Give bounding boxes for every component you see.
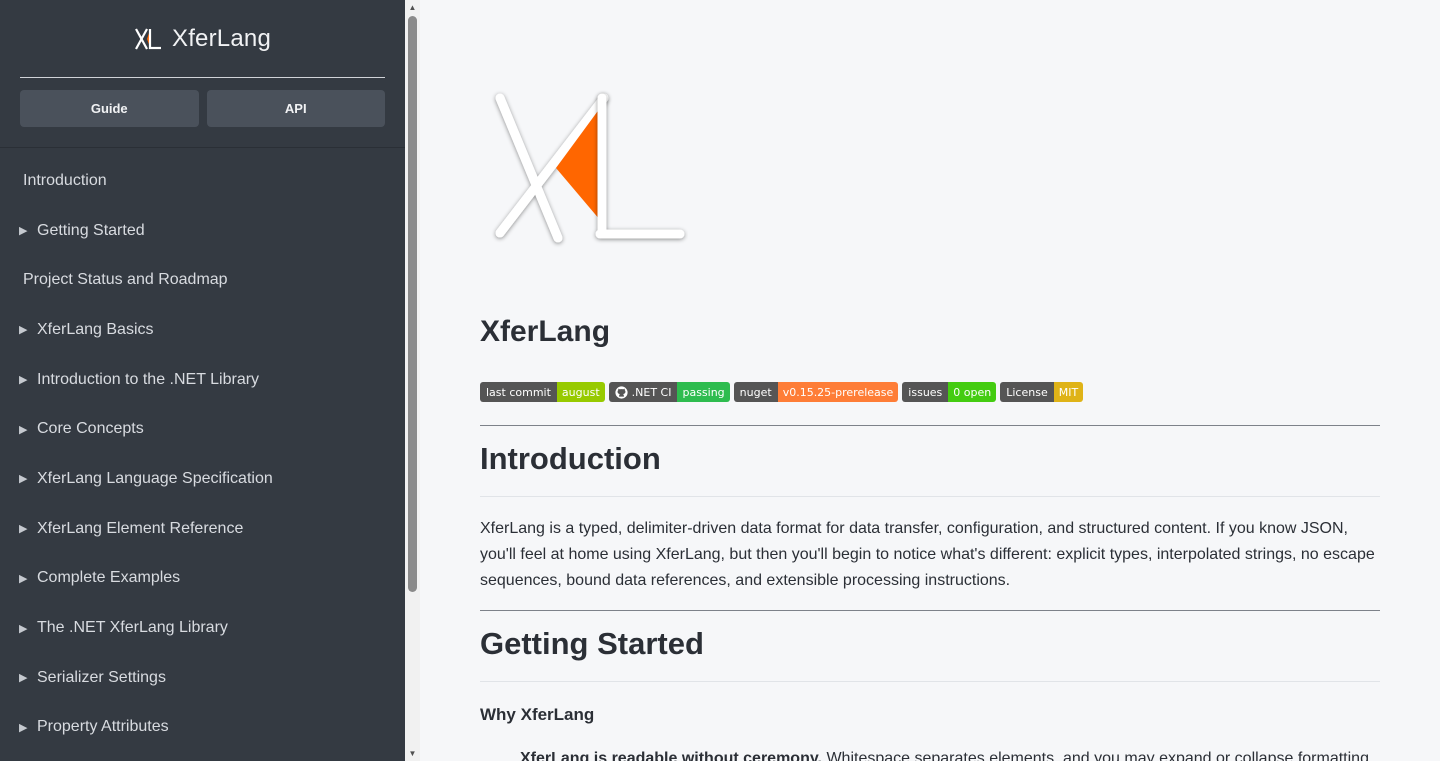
sidebar-item-element-reference[interactable]: ▶ XferLang Element Reference	[0, 504, 405, 554]
sidebar: XferLang Guide API Introduction ▶ Gettin…	[0, 0, 405, 761]
scrollbar-thumb[interactable]	[408, 16, 417, 592]
expand-caret-icon[interactable]: ▶	[19, 472, 37, 485]
expand-caret-icon[interactable]: ▶	[19, 323, 37, 336]
nuget-badge[interactable]: nuget v0.15.25-prerelease	[733, 382, 899, 402]
github-icon	[615, 385, 628, 399]
expand-caret-icon[interactable]: ▶	[19, 671, 37, 684]
expand-caret-icon[interactable]: ▶	[19, 721, 37, 734]
badge-value: MIT	[1053, 382, 1084, 402]
last-commit-badge[interactable]: last commit august	[480, 382, 605, 402]
list-item-bold: XferLang is readable without ceremony.	[520, 750, 822, 761]
main-content: XferLang last commit august .NET CI pass…	[480, 0, 1380, 761]
expand-caret-icon[interactable]: ▶	[19, 373, 37, 386]
xferlang-hero-logo	[495, 93, 685, 243]
introduction-heading: Introduction	[480, 441, 661, 476]
api-button[interactable]: API	[206, 90, 385, 127]
brand[interactable]: XferLang	[20, 0, 385, 78]
sidebar-item-dotnet-library[interactable]: ▶ The .NET XferLang Library	[0, 603, 405, 653]
sidebar-item-property-attributes[interactable]: ▶ Property Attributes	[0, 703, 405, 753]
sidebar-item-label: Introduction to the .NET Library	[37, 370, 260, 388]
sidebar-item-label: Property Attributes	[37, 718, 169, 736]
why-xferlang-heading: Why XferLang	[480, 705, 595, 724]
expand-caret-icon[interactable]: ▶	[19, 622, 37, 635]
sidebar-item-label: XferLang Basics	[37, 320, 154, 338]
introduction-paragraph: XferLang is a typed, delimiter-driven da…	[480, 520, 1375, 589]
sidebar-item-dotnet-intro[interactable]: ▶ Introduction to the .NET Library	[0, 355, 405, 405]
sidebar-item-label: Complete Examples	[37, 569, 181, 587]
sidebar-item-label: The .NET XferLang Library	[37, 619, 228, 637]
scroll-up-arrow-icon[interactable]: ▲	[405, 0, 420, 15]
badge-row: last commit august .NET CI passing nuget…	[480, 382, 1084, 402]
sidebar-item-label: XferLang Element Reference	[37, 519, 244, 537]
badge-label: last commit	[480, 382, 557, 402]
section-divider	[480, 610, 1380, 611]
badge-label: .NET CI	[631, 385, 672, 399]
sidebar-item-xferlang-basics[interactable]: ▶ XferLang Basics	[0, 305, 405, 355]
sidebar-item-introduction[interactable]: Introduction	[0, 156, 405, 206]
license-badge[interactable]: License MIT	[1000, 382, 1084, 402]
expand-caret-icon[interactable]: ▶	[19, 522, 37, 535]
heading-underline	[480, 496, 1380, 497]
guide-button[interactable]: Guide	[20, 90, 199, 127]
getting-started-heading: Getting Started	[480, 626, 704, 661]
xferlang-logo-icon	[135, 27, 161, 50]
dotnet-ci-badge[interactable]: .NET CI passing	[608, 382, 730, 402]
expand-caret-icon[interactable]: ▶	[19, 423, 37, 436]
brand-title: XferLang	[171, 24, 271, 52]
scroll-down-arrow-icon[interactable]: ▼	[405, 746, 420, 761]
badge-value: v0.15.25-prerelease	[777, 382, 899, 402]
sidebar-item-serializer-settings[interactable]: ▶ Serializer Settings	[0, 653, 405, 703]
sidebar-item-label: Introduction	[23, 171, 107, 189]
section-divider	[480, 425, 1380, 426]
mode-switcher: Guide API	[0, 78, 405, 148]
sidebar-item-complete-examples[interactable]: ▶ Complete Examples	[0, 554, 405, 604]
sidebar-item-label: Getting Started	[37, 221, 145, 239]
badge-label: nuget	[733, 382, 778, 402]
badge-label: License	[1000, 382, 1054, 402]
sidebar-item-label: Serializer Settings	[37, 668, 166, 686]
issues-badge[interactable]: issues 0 open	[902, 382, 997, 402]
heading-underline	[480, 681, 1380, 682]
sidebar-item-project-status[interactable]: Project Status and Roadmap	[0, 255, 405, 305]
badge-value: 0 open	[948, 382, 997, 402]
list-item-text: Whitespace separates elements, and you m…	[822, 750, 1369, 761]
expand-caret-icon[interactable]: ▶	[19, 224, 37, 237]
sidebar-item-label: Core Concepts	[37, 420, 144, 438]
list-item: XferLang is readable without ceremony. W…	[520, 750, 1380, 761]
badge-value: august	[556, 382, 605, 402]
sidebar-item-language-spec[interactable]: ▶ XferLang Language Specification	[0, 454, 405, 504]
badge-label: issues	[902, 382, 949, 402]
sidebar-scrollbar[interactable]: ▲ ▼	[405, 0, 420, 761]
badge-value: passing	[677, 382, 730, 402]
sidebar-item-label: Project Status and Roadmap	[23, 271, 228, 289]
page-title: XferLang	[480, 315, 611, 348]
sidebar-nav: Introduction ▶ Getting Started Project S…	[0, 148, 405, 752]
sidebar-item-getting-started[interactable]: ▶ Getting Started	[0, 206, 405, 256]
sidebar-item-core-concepts[interactable]: ▶ Core Concepts	[0, 404, 405, 454]
expand-caret-icon[interactable]: ▶	[19, 572, 37, 585]
sidebar-item-label: XferLang Language Specification	[37, 469, 273, 487]
